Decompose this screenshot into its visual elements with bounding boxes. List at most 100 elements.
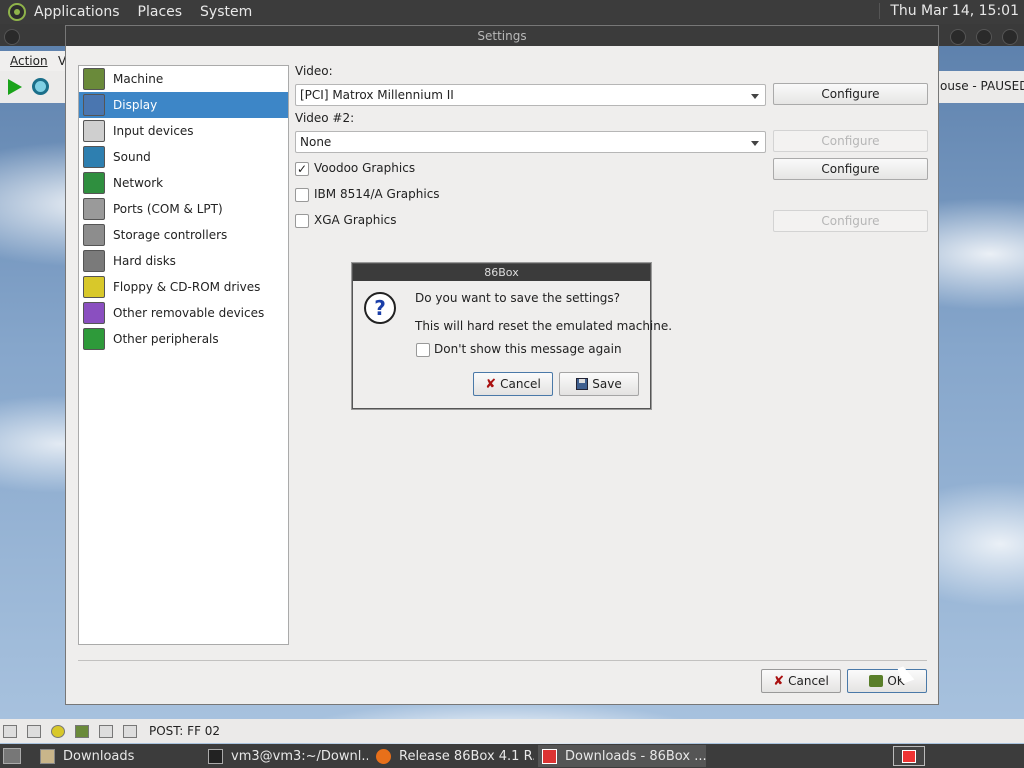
nav-item-label: Other removable devices	[113, 306, 265, 320]
top-panel: Applications Places System Thu Mar 14, 1…	[0, 0, 1024, 24]
network-status-icon[interactable]	[75, 725, 89, 738]
clock[interactable]: Thu Mar 14, 15:01	[879, 3, 1019, 19]
task-firefox[interactable]: Release 86Box 4.1 R...	[372, 745, 534, 767]
ports-icon	[83, 198, 105, 220]
nav-item-label: Floppy & CD-ROM drives	[113, 280, 261, 294]
task-terminal[interactable]: vm3@vm3:~/Downl...	[204, 745, 368, 767]
folder-icon	[40, 748, 55, 764]
settings-category-list: Machine Display Input devices Sound Network P…	[78, 65, 289, 645]
bottom-taskbar: Downloads vm3@vm3:~/Downl... Release 86B…	[0, 744, 1024, 768]
cancel-icon: ✘	[773, 673, 785, 689]
floppy2-status-icon[interactable]	[27, 725, 41, 738]
xga-configure-button[interactable]: Configure	[773, 210, 928, 232]
dialog-title: 86Box	[353, 264, 650, 281]
nav-item-storage-controllers[interactable]: Storage controllers	[79, 222, 288, 248]
video-configure-button[interactable]: Configure	[773, 83, 928, 105]
video2-select-value: None	[300, 135, 332, 149]
dont-show-checkbox[interactable]	[416, 343, 430, 357]
question-icon: ?	[364, 292, 396, 324]
ibm8514-checkbox[interactable]	[295, 188, 309, 202]
storage-controllers-icon	[83, 224, 105, 246]
settings-cancel-button[interactable]: ✘ Cancel	[761, 669, 841, 693]
86box-icon	[542, 748, 557, 764]
sound-icon	[83, 146, 105, 168]
dont-show-label[interactable]: Don't show this message again	[434, 342, 622, 356]
xga-checkbox[interactable]	[295, 214, 309, 228]
video2-configure-button[interactable]: Configure	[773, 130, 928, 152]
task-86box-settings[interactable]: Downloads - 86Box ...	[538, 745, 706, 767]
close-icon[interactable]	[1002, 29, 1018, 45]
nav-item-machine[interactable]: Machine	[79, 66, 288, 92]
display-icon	[83, 94, 105, 116]
terminal-icon	[208, 748, 223, 764]
nav-item-network[interactable]: Network	[79, 170, 288, 196]
nav-item-sound[interactable]: Sound	[79, 144, 288, 170]
nav-item-hard-disks[interactable]: Hard disks	[79, 248, 288, 274]
hdd-status-icon[interactable]	[99, 725, 113, 738]
dialog-save-button[interactable]: Save	[559, 372, 639, 396]
peripherals-icon	[83, 328, 105, 350]
task-downloads[interactable]: Downloads	[36, 745, 202, 767]
nav-item-input-devices[interactable]: Input devices	[79, 118, 288, 144]
machine-icon	[83, 68, 105, 90]
reset-icon[interactable]	[32, 78, 49, 95]
nav-item-other-removable-devices[interactable]: Other removable devices	[79, 300, 288, 326]
xga-label[interactable]: XGA Graphics	[314, 213, 397, 227]
firefox-icon	[376, 748, 391, 764]
ibm8514-label[interactable]: IBM 8514/A Graphics	[314, 187, 440, 201]
chevron-down-icon	[751, 94, 759, 99]
nav-item-other-peripherals[interactable]: Other peripherals	[79, 326, 288, 352]
cancel-icon: ✘	[485, 376, 497, 392]
nav-item-floppy-cd-rom-drives[interactable]: Floppy & CD-ROM drives	[79, 274, 288, 300]
dialog-detail: This will hard reset the emulated machin…	[415, 319, 673, 333]
floppy-cdrom-icon	[83, 276, 105, 298]
nav-item-label: Other peripherals	[113, 332, 219, 346]
floppy-status-icon[interactable]	[3, 725, 17, 738]
nav-item-label: Input devices	[113, 124, 194, 138]
video-label: Video:	[295, 64, 333, 78]
nav-item-label: Machine	[113, 72, 164, 86]
emulator-statusbar: POST: FF 02	[0, 719, 1024, 743]
nav-item-ports-com-lpt[interactable]: Ports (COM & LPT)	[79, 196, 288, 222]
hard-disks-icon	[83, 250, 105, 272]
emulator-status-text: ouse - PAUSED	[938, 71, 1024, 103]
nav-item-display[interactable]: Display	[79, 92, 288, 118]
dialog-cancel-button[interactable]: ✘ Cancel	[473, 372, 553, 396]
video-select[interactable]: [PCI] Matrox Millennium II	[295, 84, 766, 106]
menu-action[interactable]: Action	[10, 54, 48, 68]
nav-item-label: Storage controllers	[113, 228, 228, 242]
video2-label: Video #2:	[295, 111, 355, 125]
video2-select[interactable]: None	[295, 131, 766, 153]
video-select-value: [PCI] Matrox Millennium II	[300, 88, 454, 102]
window-menu-icon[interactable]	[4, 29, 20, 45]
mate-logo-icon[interactable]	[8, 3, 26, 21]
voodoo-configure-button[interactable]: Configure	[773, 158, 928, 180]
voodoo-label[interactable]: Voodoo Graphics	[314, 161, 415, 175]
settings-title: Settings	[66, 26, 938, 46]
save-disk-icon	[576, 378, 589, 390]
maximize-icon[interactable]	[976, 29, 992, 45]
save-settings-dialog: 86Box ? Do you want to save the settings…	[352, 263, 672, 409]
minimize-icon[interactable]	[950, 29, 966, 45]
checkmark-icon: ✓	[296, 162, 308, 176]
dialog-question: Do you want to save the settings?	[415, 291, 621, 305]
nav-item-label: Display	[113, 98, 158, 112]
places-menu[interactable]: Places	[138, 4, 183, 20]
applications-menu[interactable]: Applications	[34, 4, 120, 20]
play-icon[interactable]	[8, 79, 22, 95]
sound-status-icon[interactable]	[123, 725, 137, 738]
chevron-down-icon	[751, 141, 759, 146]
system-menu[interactable]: System	[200, 4, 252, 20]
input-devices-icon	[83, 120, 105, 142]
network-icon	[83, 172, 105, 194]
tray-86box-icon[interactable]	[893, 746, 925, 766]
emulator-menubar: Action V	[0, 51, 66, 71]
nav-item-label: Ports (COM & LPT)	[113, 202, 223, 216]
voodoo-checkbox[interactable]: ✓	[295, 162, 309, 176]
removable-devices-icon	[83, 302, 105, 324]
cdrom-status-icon[interactable]	[51, 725, 65, 738]
show-desktop-icon[interactable]	[3, 748, 21, 764]
nav-item-label: Network	[113, 176, 164, 190]
settings-ok-button[interactable]: OK	[847, 669, 927, 693]
nav-item-label: Sound	[113, 150, 151, 164]
